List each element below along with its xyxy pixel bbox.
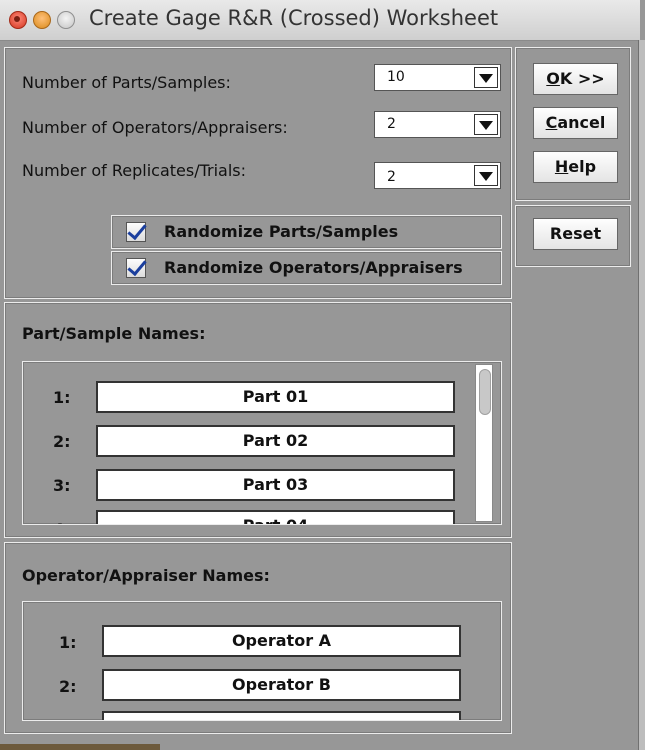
randomize-operators-label: Randomize Operators/Appraisers xyxy=(164,258,463,277)
scrollbar-thumb[interactable] xyxy=(479,369,491,415)
randomize-parts-checkbox[interactable] xyxy=(126,219,147,242)
part-row-4-index: 4: xyxy=(53,520,71,524)
randomize-operators-checkbox[interactable] xyxy=(126,255,147,278)
replicates-count-select[interactable]: 2 xyxy=(374,162,501,189)
part-names-list: 1: Part 01 2: Part 02 3: Part 03 4: Part… xyxy=(22,361,502,525)
help-button[interactable]: Help xyxy=(533,151,618,183)
operators-count-value: 2 xyxy=(387,116,396,132)
operator-names-list: 1: Operator A 2: Operator B xyxy=(22,601,502,721)
operators-count-select[interactable]: 2 xyxy=(374,111,501,138)
operator-name-field-2[interactable]: Operator B xyxy=(102,669,461,701)
ok-button[interactable]: OK >> xyxy=(533,63,618,95)
part-names-title: Part/Sample Names: xyxy=(22,324,206,343)
parts-count-label: Number of Parts/Samples: xyxy=(22,73,231,92)
part-name-field-2[interactable]: Part 02 xyxy=(96,425,455,457)
randomize-parts-option[interactable]: Randomize Parts/Samples xyxy=(111,215,502,249)
operator-row-2-index: 2: xyxy=(59,677,77,696)
operator-name-field-3-partial[interactable] xyxy=(102,711,461,720)
part-name-field-4[interactable]: Part 04 xyxy=(96,510,455,524)
minimize-window-icon[interactable] xyxy=(33,11,51,29)
operator-name-field-1[interactable]: Operator A xyxy=(102,625,461,657)
part-name-field-1[interactable]: Part 01 xyxy=(96,381,455,413)
title-bar: Create Gage R&R (Crossed) Worksheet xyxy=(0,0,640,41)
zoom-window-icon[interactable] xyxy=(57,11,75,29)
cancel-button[interactable]: Cancel xyxy=(533,107,618,139)
part-row-2-index: 2: xyxy=(53,432,71,451)
checkmark-icon xyxy=(127,255,147,277)
part-name-field-3[interactable]: Part 03 xyxy=(96,469,455,501)
randomize-parts-label: Randomize Parts/Samples xyxy=(164,222,399,241)
parts-count-value: 10 xyxy=(387,69,405,85)
replicates-count-value: 2 xyxy=(387,169,396,185)
close-window-icon[interactable] xyxy=(9,11,27,29)
operator-row-1-index: 1: xyxy=(59,633,77,652)
parts-count-select[interactable]: 10 xyxy=(374,64,501,91)
chevron-down-icon[interactable] xyxy=(474,114,498,135)
window-title: Create Gage R&R (Crossed) Worksheet xyxy=(89,6,499,30)
reset-button[interactable]: Reset xyxy=(533,218,618,250)
background-window-edge xyxy=(638,40,645,750)
part-row-3-index: 3: xyxy=(53,476,71,495)
checkmark-icon xyxy=(127,219,147,241)
chevron-down-icon[interactable] xyxy=(474,165,498,186)
background-strip xyxy=(0,744,160,750)
replicates-count-label: Number of Replicates/Trials: xyxy=(22,161,247,180)
part-names-scrollbar[interactable] xyxy=(475,364,493,522)
part-row-1-index: 1: xyxy=(53,388,71,407)
operator-names-title: Operator/Appraiser Names: xyxy=(22,566,270,585)
chevron-down-icon[interactable] xyxy=(474,67,498,88)
operators-count-label: Number of Operators/Appraisers: xyxy=(22,118,288,137)
randomize-operators-option[interactable]: Randomize Operators/Appraisers xyxy=(111,251,502,285)
